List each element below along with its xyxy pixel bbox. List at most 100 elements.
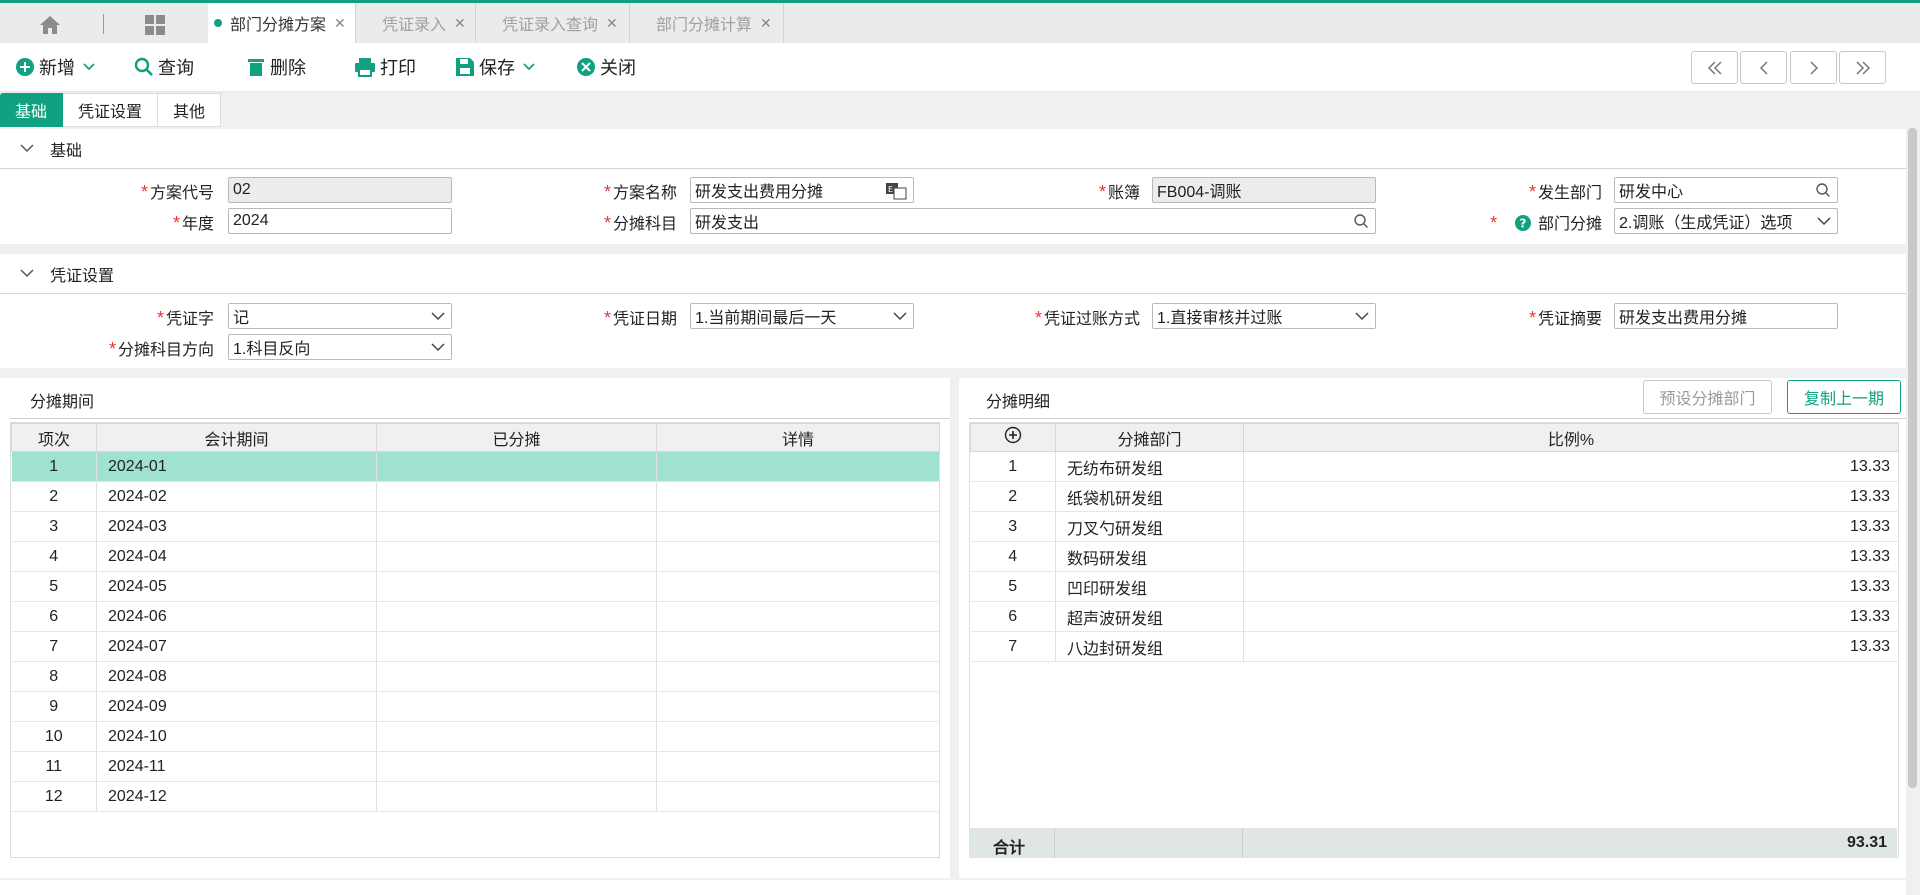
chevron-down-icon bbox=[1817, 217, 1831, 226]
translate-icon[interactable]: En bbox=[885, 182, 907, 200]
cell-no: 6 bbox=[970, 601, 1056, 632]
subtab-other[interactable]: 其他 bbox=[158, 93, 222, 127]
close-tab-icon[interactable]: ✕ bbox=[454, 15, 466, 32]
next-record-button[interactable] bbox=[1790, 51, 1837, 84]
table-row[interactable]: 7 八边封研发组 13.33 bbox=[970, 631, 1899, 662]
subject-field[interactable]: 研发支出 bbox=[690, 208, 1376, 234]
table-row[interactable]: 7 2024-07 bbox=[11, 631, 940, 662]
prev-record-button[interactable] bbox=[1740, 51, 1787, 84]
table-row[interactable]: 2 纸袋机研发组 13.33 bbox=[970, 481, 1899, 512]
basic-section-header[interactable]: 基础 bbox=[0, 129, 1906, 169]
chevron-right-icon bbox=[1809, 60, 1818, 75]
query-button[interactable]: 查询 bbox=[134, 55, 194, 79]
cell-dept: 纸袋机研发组 bbox=[1055, 481, 1244, 512]
delete-button[interactable]: 删除 bbox=[246, 55, 306, 79]
cell-allocated bbox=[376, 571, 657, 602]
print-button[interactable]: 打印 bbox=[354, 55, 416, 79]
help-icon[interactable]: ? bbox=[1514, 214, 1532, 232]
table-row[interactable]: 10 2024-10 bbox=[11, 721, 940, 752]
cell-ratio: 13.33 bbox=[1243, 541, 1899, 572]
col-header-dept[interactable]: 分摊部门 bbox=[1055, 423, 1244, 452]
table-row[interactable]: 3 2024-03 bbox=[11, 511, 940, 542]
plan-name-field[interactable]: 研发支出费用分摊 En bbox=[690, 177, 914, 203]
subtab-voucher-settings[interactable]: 凭证设置 bbox=[63, 93, 159, 127]
table-row[interactable]: 8 2024-08 bbox=[11, 661, 940, 692]
tab-dept-alloc-plan[interactable]: 部门分摊方案 ✕ bbox=[208, 3, 356, 43]
close-tab-icon[interactable]: ✕ bbox=[606, 15, 618, 32]
cell-period: 2024-11 bbox=[96, 751, 377, 782]
col-header-detail[interactable]: 详情 bbox=[656, 423, 940, 452]
table-row[interactable]: 6 2024-06 bbox=[11, 601, 940, 632]
total-value: 93.31 bbox=[1846, 834, 1887, 851]
cell-period: 2024-07 bbox=[96, 631, 377, 662]
save-button[interactable]: 保存 bbox=[455, 55, 539, 79]
col-header-ratio[interactable]: 比例% bbox=[1243, 423, 1899, 452]
first-record-button[interactable] bbox=[1691, 51, 1738, 84]
table-row[interactable]: 1 无纺布研发组 13.33 bbox=[970, 451, 1899, 482]
cell-ratio: 13.33 bbox=[1243, 601, 1899, 632]
cell-ratio: 13.33 bbox=[1243, 571, 1899, 602]
cell-ratio: 13.33 bbox=[1243, 481, 1899, 512]
direction-label: * 分摊科目方向 bbox=[108, 339, 214, 359]
apps-button[interactable] bbox=[125, 6, 185, 43]
year-field[interactable]: 2024 bbox=[228, 208, 452, 234]
chevron-down-icon[interactable] bbox=[83, 63, 95, 71]
query-label: 查询 bbox=[158, 58, 194, 78]
chevron-down-icon[interactable] bbox=[523, 63, 535, 71]
preset-dept-button[interactable]: 预设分摊部门 bbox=[1643, 380, 1772, 414]
table-row[interactable]: 5 凹印研发组 13.33 bbox=[970, 571, 1899, 602]
table-row[interactable]: 4 数码研发组 13.33 bbox=[970, 541, 1899, 572]
table-row[interactable]: 3 刀叉勺研发组 13.33 bbox=[970, 511, 1899, 542]
cell-allocated bbox=[376, 601, 657, 632]
trash-icon bbox=[248, 59, 264, 76]
last-record-button[interactable] bbox=[1839, 51, 1886, 84]
search-icon bbox=[134, 57, 153, 76]
add-circle-icon bbox=[16, 58, 34, 76]
table-row[interactable]: 11 2024-11 bbox=[11, 751, 940, 782]
voucher-summary-field[interactable]: 研发支出费用分摊 bbox=[1614, 303, 1838, 329]
direction-select[interactable]: 1.科目反向 bbox=[228, 334, 452, 360]
cell-ratio: 13.33 bbox=[1243, 511, 1899, 542]
cell-allocated bbox=[376, 781, 657, 812]
new-button[interactable]: 新增 bbox=[15, 55, 99, 79]
table-row[interactable]: 5 2024-05 bbox=[11, 571, 940, 602]
add-row-button[interactable] bbox=[970, 423, 1056, 452]
col-header-allocated[interactable]: 已分摊 bbox=[376, 423, 657, 452]
search-icon[interactable] bbox=[1815, 182, 1831, 198]
table-row[interactable]: 1 2024-01 bbox=[11, 451, 940, 482]
table-row[interactable]: 4 2024-04 bbox=[11, 541, 940, 572]
table-row[interactable]: 6 超声波研发组 13.33 bbox=[970, 601, 1899, 632]
copy-prev-period-button[interactable]: 复制上一期 bbox=[1787, 380, 1901, 414]
tab-dept-alloc-calc[interactable]: 部门分摊计算 ✕ bbox=[630, 3, 784, 43]
close-tab-icon[interactable]: ✕ bbox=[334, 15, 346, 32]
tab-bar: 部门分摊方案 ✕ 凭证录入 ✕ 凭证录入查询 ✕ 部门分摊计算 ✕ bbox=[0, 0, 1920, 43]
cell-allocated bbox=[376, 691, 657, 722]
subject-label: * 分摊科目 bbox=[603, 213, 677, 233]
vertical-scrollbar[interactable] bbox=[1908, 128, 1917, 788]
subtab-basic[interactable]: 基础 bbox=[0, 93, 64, 127]
table-row[interactable]: 2 2024-02 bbox=[11, 481, 940, 512]
col-header-no[interactable]: 项次 bbox=[11, 423, 97, 452]
tab-voucher-entry[interactable]: 凭证录入 ✕ bbox=[356, 3, 476, 43]
dept-field[interactable]: 研发中心 bbox=[1614, 177, 1838, 203]
table-row[interactable]: 9 2024-09 bbox=[11, 691, 940, 722]
plan-code-field[interactable]: 02 bbox=[228, 177, 452, 203]
dept-alloc-select[interactable]: 2.调账（生成凭证）选项 bbox=[1614, 208, 1838, 234]
close-tab-icon[interactable]: ✕ bbox=[760, 15, 772, 32]
col-header-period[interactable]: 会计期间 bbox=[96, 423, 377, 452]
search-icon[interactable] bbox=[1353, 213, 1369, 229]
subject-value: 研发支出 bbox=[695, 215, 760, 232]
voucher-date-select[interactable]: 1.当前期间最后一天 bbox=[690, 303, 914, 329]
home-button[interactable] bbox=[20, 6, 80, 43]
voucher-word-select[interactable]: 记 bbox=[228, 303, 452, 329]
tab-voucher-query[interactable]: 凭证录入查询 ✕ bbox=[476, 3, 630, 43]
voucher-post-select[interactable]: 1.直接审核并过账 bbox=[1152, 303, 1376, 329]
cell-no: 11 bbox=[11, 751, 97, 782]
tab-label: 凭证录入查询 bbox=[502, 17, 599, 34]
table-row[interactable]: 12 2024-12 bbox=[11, 781, 940, 812]
voucher-section-header[interactable]: 凭证设置 bbox=[0, 254, 1906, 294]
ledger-field[interactable]: FB004-调账 bbox=[1152, 177, 1376, 203]
chevron-down-icon bbox=[20, 144, 34, 153]
add-circle-icon bbox=[1004, 426, 1022, 444]
close-button[interactable]: 关闭 bbox=[576, 55, 636, 79]
